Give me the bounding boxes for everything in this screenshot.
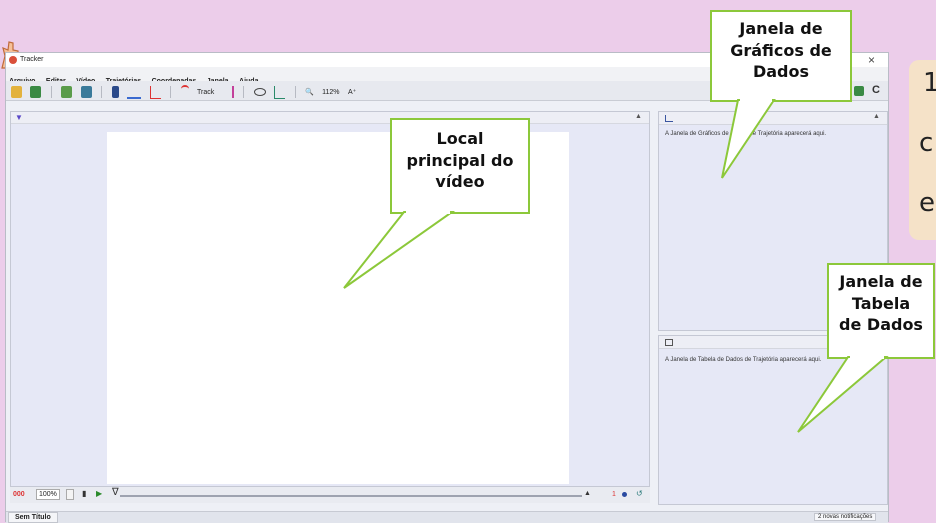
- autotracker-icon[interactable]: [223, 86, 234, 98]
- toolbar-separator: [101, 86, 103, 98]
- end-marker-icon[interactable]: ▲: [584, 490, 591, 497]
- table-panel: A Janela de Tabela de Dados de Trajetóri…: [658, 335, 888, 505]
- zoom-icon[interactable]: 🔍: [305, 88, 314, 96]
- callout-video: Local principal do vídeo: [390, 118, 530, 214]
- save-icon[interactable]: [30, 86, 42, 98]
- create-track-icon[interactable]: [180, 85, 189, 99]
- refresh-button[interactable]: C: [872, 84, 880, 96]
- filter-dropdown-icon[interactable]: ▼: [15, 113, 23, 122]
- rate-input[interactable]: 100%: [36, 489, 60, 500]
- toolbar-separator: [170, 86, 172, 98]
- frame-counter: 000: [13, 491, 25, 498]
- table-icon[interactable]: [665, 339, 673, 346]
- loop-icon[interactable]: ↺: [636, 489, 643, 498]
- visibility-eye-icon[interactable]: [253, 88, 266, 96]
- panel-collapse-icon[interactable]: ▲: [635, 113, 642, 120]
- open-video-icon[interactable]: [61, 86, 73, 98]
- side-text-line-1: 1: [923, 68, 936, 98]
- plot-placeholder-text: A Janela de Gráficos de Dados de Trajetó…: [665, 131, 827, 137]
- timeline-slider[interactable]: [120, 495, 582, 497]
- callout-table: Janela de Tabela de Dados: [827, 263, 935, 359]
- app-logo-icon: [9, 56, 17, 64]
- track-button[interactable]: Track: [197, 89, 214, 96]
- clip-settings-icon[interactable]: [111, 86, 119, 98]
- toolbar-separator: [50, 86, 52, 98]
- font-size-button[interactable]: A⁺: [348, 88, 356, 96]
- notifications-label[interactable]: 2 novas notificações: [814, 513, 877, 521]
- callout-plots-line-3: Dados: [752, 62, 810, 82]
- plot-axes-icon[interactable]: [665, 115, 673, 122]
- reset-icon[interactable]: ▮: [82, 489, 86, 498]
- callout-video-line-2: principal do: [406, 150, 514, 170]
- window-title: Tracker: [20, 56, 44, 63]
- callout-plots-line-1: Janela de: [739, 19, 823, 38]
- calibration-tools-icon[interactable]: [127, 85, 142, 99]
- video-panel-header: ▼ ▲: [11, 112, 649, 124]
- plot-panel-header: ▲: [659, 112, 887, 125]
- callout-table-line-1: Janela de: [839, 272, 923, 291]
- track-control-icon[interactable]: [274, 85, 286, 99]
- callout-table-line-3: de Dados: [839, 315, 923, 335]
- toolbar-separator: [243, 86, 245, 98]
- video-panel: ▼ ▲: [10, 111, 650, 487]
- step-forward-icon[interactable]: [622, 492, 627, 497]
- callout-plots-line-2: Gráficos de: [730, 40, 832, 60]
- open-folder-icon[interactable]: [11, 86, 22, 98]
- step-size[interactable]: 1: [612, 491, 616, 498]
- document-tab[interactable]: Sem Título: [8, 512, 58, 523]
- side-text-box: 1 c e: [909, 60, 936, 240]
- status-bar: Sem Título 2 novas notificações: [6, 511, 888, 523]
- callout-plots: Janela de Gráficos de Dados: [710, 10, 852, 102]
- rate-spinner-icon[interactable]: [66, 489, 74, 500]
- toolbar-separator: [294, 86, 296, 98]
- save-video-icon[interactable]: [80, 86, 92, 98]
- play-icon[interactable]: ▶: [96, 489, 102, 498]
- playhead-marker-icon[interactable]: ∇: [112, 487, 119, 498]
- panel-collapse-icon[interactable]: ▲: [873, 113, 880, 120]
- axes-icon[interactable]: [149, 85, 161, 99]
- callout-video-line-3: vídeo: [435, 172, 485, 192]
- side-text-line-2: c: [919, 128, 934, 158]
- callout-table-line-2: Tabela: [851, 293, 911, 313]
- zoom-level[interactable]: 112%: [322, 89, 339, 96]
- player-bar: 000 100% ▮ ▶ ∇ ▲ 1 ↺: [10, 487, 650, 503]
- callout-video-line-1: Local: [436, 129, 484, 148]
- side-text-line-3: e: [919, 188, 935, 218]
- data-builder-icon[interactable]: [854, 86, 864, 96]
- close-button[interactable]: ×: [868, 53, 875, 67]
